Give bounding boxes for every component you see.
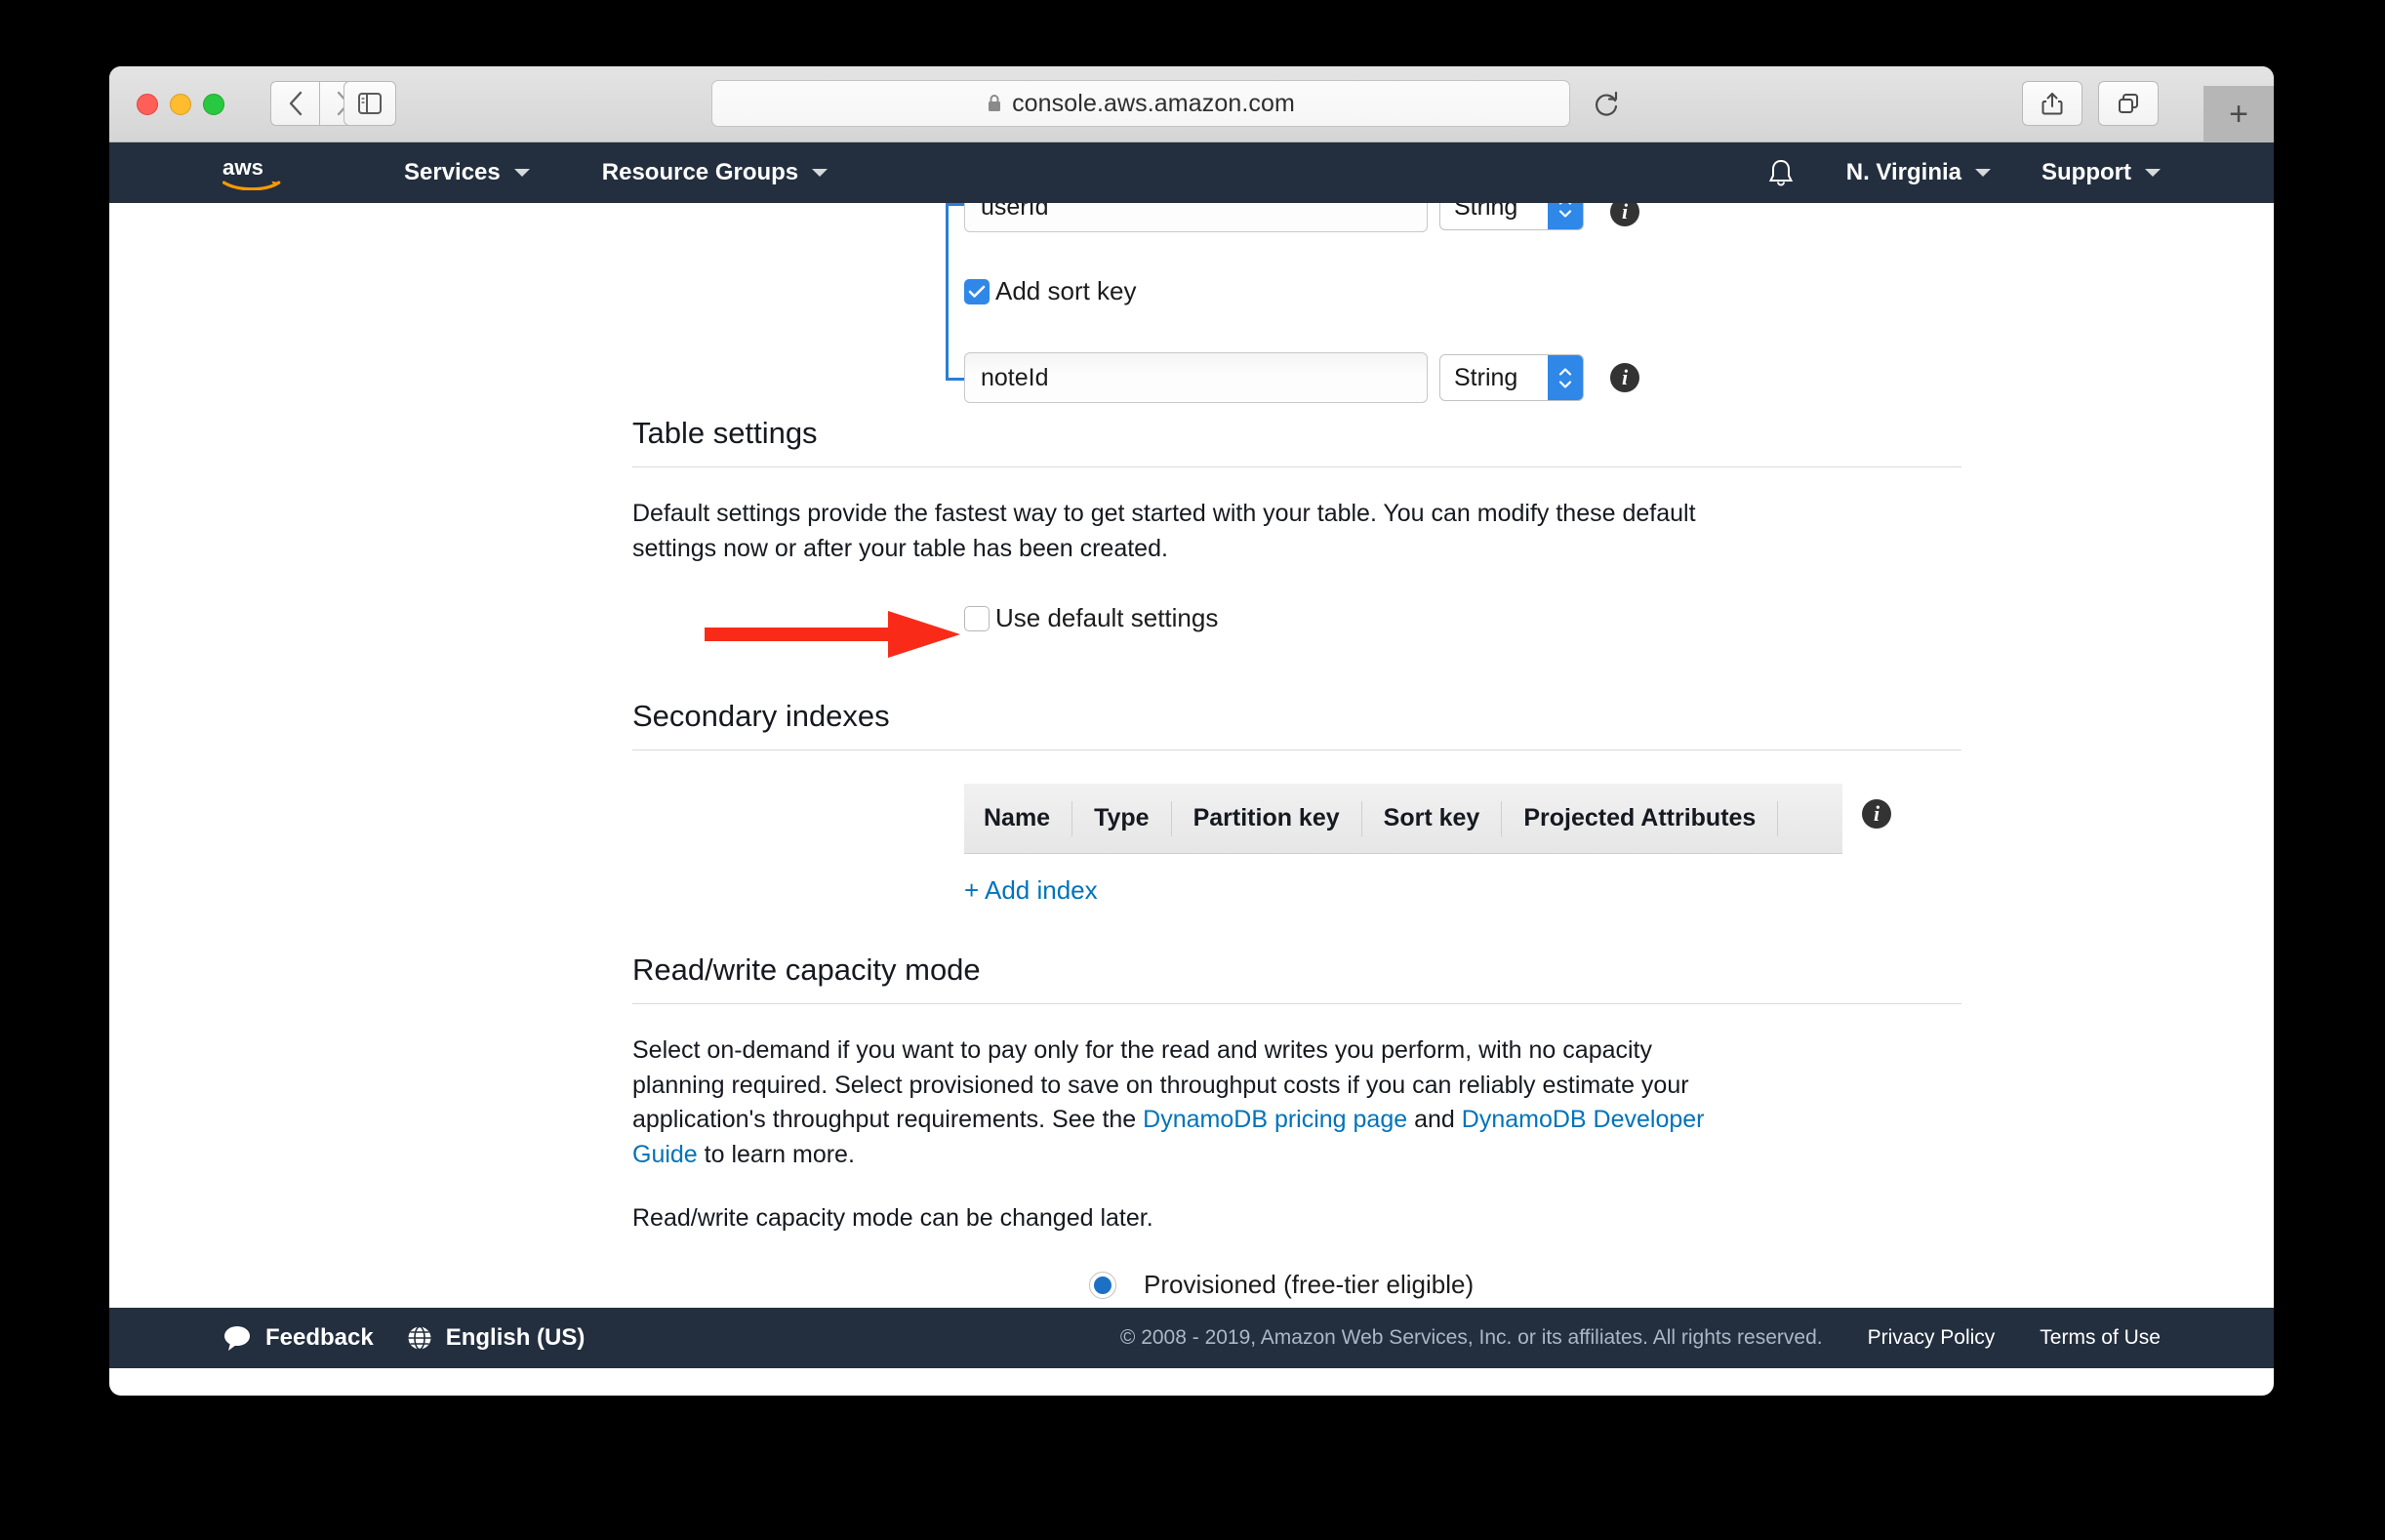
column-header-type: Type (1072, 800, 1172, 836)
rw-text-3: to learn more. (697, 1140, 855, 1168)
nav-region-label: N. Virginia (1845, 159, 1962, 185)
language-label: English (US) (445, 1324, 586, 1351)
partition-key-info-icon[interactable]: i (1610, 203, 1639, 226)
column-header-sort-key: Sort key (1362, 800, 1503, 836)
table-settings-title: Table settings (632, 416, 818, 450)
secondary-indexes-section: Secondary indexes Name Type Partition ke… (109, 699, 2274, 906)
chevron-down-icon (513, 169, 530, 177)
secondary-indexes-title: Secondary indexes (632, 699, 890, 733)
chevron-down-icon (812, 169, 829, 177)
use-default-settings-label: Use default settings (995, 603, 1219, 632)
minimize-window-button[interactable] (170, 94, 191, 115)
table-settings-description: Default settings provide the fastest way… (632, 500, 1696, 562)
section-divider (632, 466, 1961, 467)
nav-region-selector[interactable]: N. Virginia (1845, 159, 1992, 186)
footer-right-group: © 2008 - 2019, Amazon Web Services, Inc.… (1120, 1326, 2161, 1350)
use-default-settings-row: Use default settings (632, 599, 1751, 658)
share-button[interactable] (2022, 81, 2082, 126)
share-icon (2041, 93, 2063, 115)
column-header-partition-key: Partition key (1172, 800, 1362, 836)
secondary-indexes-table-wrap: Name Type Partition key Sort key Project… (964, 784, 1891, 906)
add-sort-key-row[interactable]: Add sort key (964, 276, 1137, 306)
use-default-settings-checkbox[interactable] (964, 605, 990, 631)
sort-key-type-value: String (1454, 363, 1518, 391)
aws-global-navigation: aws Services Resource Groups N. Virginia… (109, 142, 2274, 203)
close-window-button[interactable] (137, 94, 158, 115)
reload-button[interactable] (1593, 90, 1620, 124)
speech-bubble-icon (224, 1326, 250, 1351)
stepper-arrows-icon (1548, 203, 1583, 229)
rw-text-2: and (1407, 1106, 1462, 1133)
browser-window: console.aws.amazon.com + aws Services Re… (109, 66, 2274, 1396)
provisioned-radio[interactable] (1089, 1271, 1116, 1299)
lock-icon (989, 95, 1001, 111)
notifications-bell-icon[interactable] (1766, 157, 1796, 188)
use-default-settings-control[interactable]: Use default settings (964, 603, 1218, 633)
new-tab-label: + (2229, 96, 2248, 133)
window-traffic-lights (137, 94, 224, 115)
show-all-tabs-button[interactable] (2098, 81, 2159, 126)
table-settings-section: Table settings Default settings provide … (109, 416, 2274, 658)
nav-support-label: Support (2041, 159, 2131, 185)
footer-left-group: Feedback English (US) (222, 1324, 585, 1352)
aws-logo: aws (222, 155, 281, 190)
read-write-note: Read/write capacity mode can be changed … (632, 1204, 1153, 1232)
show-all-tabs-icon (2119, 94, 2138, 113)
sidebar-toggle-icon (358, 93, 382, 114)
provisioned-radio-row[interactable]: Provisioned (free-tier eligible) (1089, 1270, 1474, 1300)
add-sort-key-label: Add sort key (995, 276, 1137, 305)
section-divider (632, 1003, 1961, 1004)
partition-key-type-value: String (1454, 203, 1518, 221)
dynamodb-pricing-page-link[interactable]: DynamoDB pricing page (1143, 1106, 1407, 1133)
primary-key-form: userId String i Add sort key noteId Stri… (109, 203, 2274, 403)
partition-key-input[interactable]: userId (964, 203, 1428, 232)
add-index-link[interactable]: + Add index (964, 875, 1098, 906)
sort-key-info-icon[interactable]: i (1610, 363, 1639, 392)
column-header-projected-attributes: Projected Attributes (1502, 800, 1779, 836)
stepper-arrows-icon (1548, 355, 1583, 400)
back-button[interactable] (270, 81, 319, 126)
read-write-capacity-section: Read/write capacity mode Select on-deman… (109, 952, 2274, 1236)
sort-key-input[interactable]: noteId (964, 352, 1428, 403)
browser-titlebar: console.aws.amazon.com + (109, 66, 2274, 142)
read-write-capacity-title: Read/write capacity mode (632, 952, 981, 987)
new-tab-button[interactable]: + (2203, 86, 2274, 142)
sort-key-type-select[interactable]: String (1439, 354, 1584, 401)
nav-resource-groups[interactable]: Resource Groups (601, 159, 829, 186)
language-selector[interactable]: English (US) (407, 1324, 586, 1352)
feedback-button[interactable]: Feedback (222, 1324, 374, 1352)
svg-text:aws: aws (222, 155, 263, 180)
nav-services[interactable]: Services (404, 159, 530, 186)
browser-action-buttons (2022, 81, 2159, 126)
feedback-label: Feedback (265, 1324, 374, 1351)
nav-services-label: Services (404, 159, 501, 185)
chevron-down-icon (2145, 169, 2161, 177)
chevron-left-icon (289, 91, 302, 116)
read-write-description: Select on-demand if you want to pay only… (632, 1033, 1751, 1172)
maximize-window-button[interactable] (203, 94, 224, 115)
aws-nav-right: N. Virginia Support (1766, 157, 2161, 188)
secondary-indexes-table: Name Type Partition key Sort key Project… (964, 784, 1842, 854)
nav-resource-groups-label: Resource Groups (601, 159, 799, 185)
privacy-policy-link[interactable]: Privacy Policy (1868, 1326, 1996, 1350)
aws-footer: Feedback English (US) © 2008 - 2019, Ama… (109, 1308, 2274, 1368)
chevron-down-icon (1975, 169, 1992, 177)
address-bar[interactable]: console.aws.amazon.com (711, 80, 1570, 127)
globe-icon (408, 1325, 431, 1351)
sidebar-toggle-button[interactable] (344, 81, 396, 126)
column-header-name: Name (964, 800, 1073, 836)
terms-of-use-link[interactable]: Terms of Use (2040, 1326, 2161, 1350)
address-bar-url: console.aws.amazon.com (1012, 89, 1295, 117)
secondary-indexes-info-icon[interactable]: i (1862, 799, 1891, 829)
check-icon (968, 285, 986, 298)
nav-support[interactable]: Support (2041, 159, 2161, 186)
add-sort-key-checkbox[interactable] (964, 278, 990, 304)
page-content: userId String i Add sort key noteId Stri… (109, 203, 2274, 1308)
red-arrow-annotation (705, 611, 960, 658)
reload-icon (1596, 91, 1618, 116)
partition-key-type-select[interactable]: String (1439, 203, 1584, 230)
provisioned-radio-label: Provisioned (free-tier eligible) (1144, 1270, 1475, 1299)
copyright-text: © 2008 - 2019, Amazon Web Services, Inc.… (1119, 1326, 1823, 1349)
